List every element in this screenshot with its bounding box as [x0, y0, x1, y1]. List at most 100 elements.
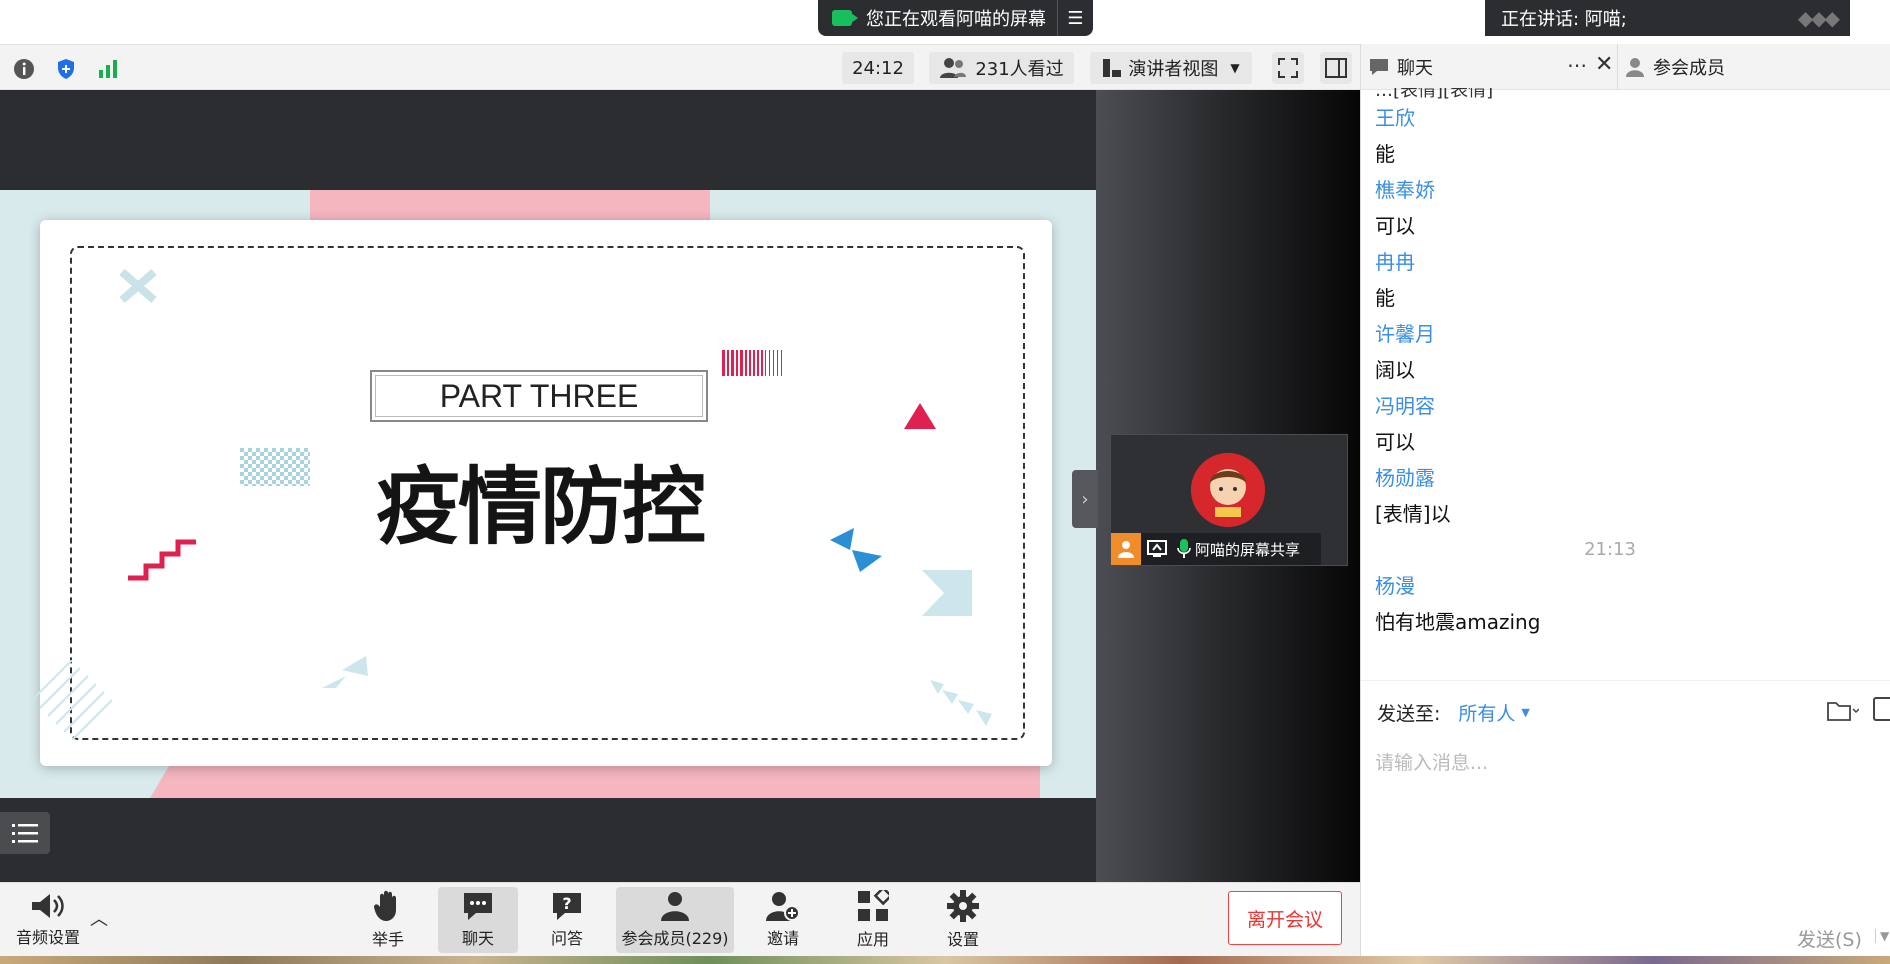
participants-button[interactable]: 参会成员(229)	[616, 887, 734, 953]
tab-chat-label: 聊天	[1397, 58, 1433, 79]
participants-label: 参会成员(229)	[621, 929, 729, 948]
send-to-label: 发送至:	[1377, 702, 1441, 725]
chat-compose-area: 发送至: 所有人 ▼ 发送(S) ▼	[1361, 680, 1890, 956]
chevron-down-icon: ▼	[1230, 61, 1240, 75]
apps-label: 应用	[856, 930, 889, 949]
chat-label: 聊天	[461, 929, 494, 948]
checker-decoration	[240, 448, 310, 486]
speaker-text: 正在讲话: 阿喵;	[1501, 9, 1627, 30]
invite-button[interactable]: 邀请	[756, 887, 810, 953]
gear-icon	[947, 890, 979, 922]
slide-part-label: PART THREE	[370, 370, 708, 422]
chevron-up-icon[interactable]: ︿	[90, 905, 108, 931]
slide-main-title: 疫情防控	[375, 458, 706, 556]
message-text: [表情]以	[1375, 502, 1451, 526]
person-icon	[1626, 58, 1644, 77]
meeting-controls-bar: 音频设置 ︿ 举手 聊天 ? 问答 参会成员(229) 邀请 应用 设置 离开会…	[0, 882, 1360, 956]
question-bubble-icon: ?	[553, 893, 581, 920]
participant-name-bar: 阿喵的屏幕共享	[1111, 533, 1321, 565]
arrow-decoration	[922, 570, 972, 616]
message-sender[interactable]: 杨勋露	[1375, 460, 1875, 496]
more-options-icon[interactable]: ⋯	[1567, 53, 1587, 77]
security-shield-icon[interactable]	[52, 55, 80, 83]
chevron-down-icon: ▼	[1521, 705, 1530, 719]
message-sender[interactable]: 冉冉	[1375, 244, 1875, 280]
screen-share-small-icon	[1147, 540, 1167, 558]
speaker-banner: 正在讲话: 阿喵; ◆◆◆	[1485, 0, 1850, 36]
chat-bubble-icon	[1370, 59, 1388, 75]
raise-hand-label: 举手	[371, 930, 404, 949]
x-shape-decoration	[119, 268, 157, 304]
chat-bubble-icon	[464, 893, 492, 920]
invite-label: 邀请	[766, 929, 799, 948]
speaker-icon	[32, 894, 64, 918]
window-controls-icon[interactable]: ◆◆◆	[1798, 6, 1840, 30]
message-sender[interactable]: 许馨月	[1375, 316, 1875, 352]
chat-panel: 聊天 ⋯ ✕ 参会成员 …[表情][表情] 王欣 能 樵奉娇 可以 冉冉 能 许…	[1360, 44, 1890, 956]
chevrons-decoration	[930, 680, 992, 726]
viewing-status-text: 您正在观看阿喵的屏幕	[866, 9, 1046, 30]
message-sender[interactable]: 樵奉娇	[1375, 172, 1875, 208]
presentation-slide: PART THREE 疫情防控	[0, 190, 1096, 798]
stairs-decoration	[128, 539, 196, 581]
message-text: 可以	[1375, 214, 1415, 238]
chat-message: 杨漫 怕有地震amazing	[1375, 568, 1875, 640]
apps-button[interactable]: 应用	[846, 887, 900, 953]
folder-icon[interactable]	[1827, 699, 1860, 725]
recipient-dropdown[interactable]: 所有人 ▼	[1458, 699, 1529, 726]
settings-button[interactable]: 设置	[936, 887, 990, 953]
audio-settings-label: 音频设置	[15, 928, 80, 947]
chat-button[interactable]: 聊天	[438, 887, 518, 953]
signal-strength-icon[interactable]	[94, 55, 122, 83]
view-mode-dropdown[interactable]: 演讲者视图 ▼	[1090, 52, 1252, 84]
send-options-chevron-icon[interactable]: ▼	[1875, 929, 1889, 943]
message-timestamp: 21:13	[1584, 539, 1636, 560]
person-icon	[661, 892, 689, 921]
send-to-row: 发送至: 所有人 ▼	[1377, 697, 1530, 727]
slide-card: PART THREE 疫情防控	[32, 220, 1052, 766]
settings-label: 设置	[946, 930, 979, 949]
message-sender[interactable]: 王欣	[1375, 100, 1875, 136]
barcode-decoration	[722, 350, 782, 376]
message-input[interactable]	[1375, 743, 1875, 783]
screen-share-banner: 您正在观看阿喵的屏幕 ☰	[818, 0, 1093, 36]
chat-message-list: 王欣 能 樵奉娇 可以 冉冉 能 许馨月 阔以 冯明容 可以 杨勋露 [表情]以…	[1375, 100, 1875, 680]
small-triangles-decoration	[322, 656, 368, 688]
sidebar-toggle-icon[interactable]	[1320, 52, 1352, 84]
slide-list-button[interactable]	[0, 812, 50, 854]
audio-settings-button[interactable]: 音频设置	[8, 887, 88, 953]
screenshot-icon[interactable]	[1873, 697, 1890, 721]
close-icon[interactable]: ✕	[1595, 52, 1613, 77]
avatar	[1191, 453, 1265, 527]
hand-icon	[374, 890, 396, 921]
message-sender[interactable]: 冯明容	[1375, 388, 1875, 424]
raise-hand-button[interactable]: 举手	[360, 887, 416, 953]
message-text: 怕有地震amazing	[1375, 610, 1541, 634]
fullscreen-icon[interactable]	[1272, 52, 1304, 84]
participant-video-tile[interactable]: 阿喵的屏幕共享	[1110, 434, 1348, 566]
info-icon[interactable]	[10, 55, 38, 83]
send-button[interactable]: 发送(S)	[1797, 925, 1862, 952]
tab-members[interactable]: 参会成员	[1625, 44, 1875, 90]
message-text: 可以	[1375, 430, 1415, 454]
meeting-duration: 24:12	[842, 52, 914, 84]
layout-icon	[1103, 59, 1122, 77]
message-sender[interactable]: 杨漫	[1375, 568, 1875, 604]
viewers-count-label: 231人看过	[975, 59, 1064, 80]
message-text: 阔以	[1375, 358, 1415, 382]
viewers-count-button[interactable]: 231人看过	[929, 52, 1074, 84]
people-icon	[940, 58, 967, 78]
leave-meeting-button[interactable]: 离开会议	[1228, 891, 1342, 945]
person-icon	[1111, 533, 1141, 565]
chat-message: 王欣 能	[1375, 100, 1875, 172]
participant-name: 阿喵的屏幕共享	[1195, 540, 1301, 559]
hatch-decoration	[32, 660, 113, 740]
banner-menu-icon[interactable]: ☰	[1057, 0, 1093, 36]
add-user-icon	[766, 892, 800, 921]
bowtie-decoration	[830, 528, 882, 572]
collapse-panel-button[interactable]: ›	[1072, 470, 1098, 528]
chat-message: 杨勋露 [表情]以	[1375, 460, 1875, 532]
microphone-icon	[1177, 539, 1191, 559]
chat-message: 许馨月 阔以	[1375, 316, 1875, 388]
qa-button[interactable]: ? 问答	[540, 887, 594, 953]
